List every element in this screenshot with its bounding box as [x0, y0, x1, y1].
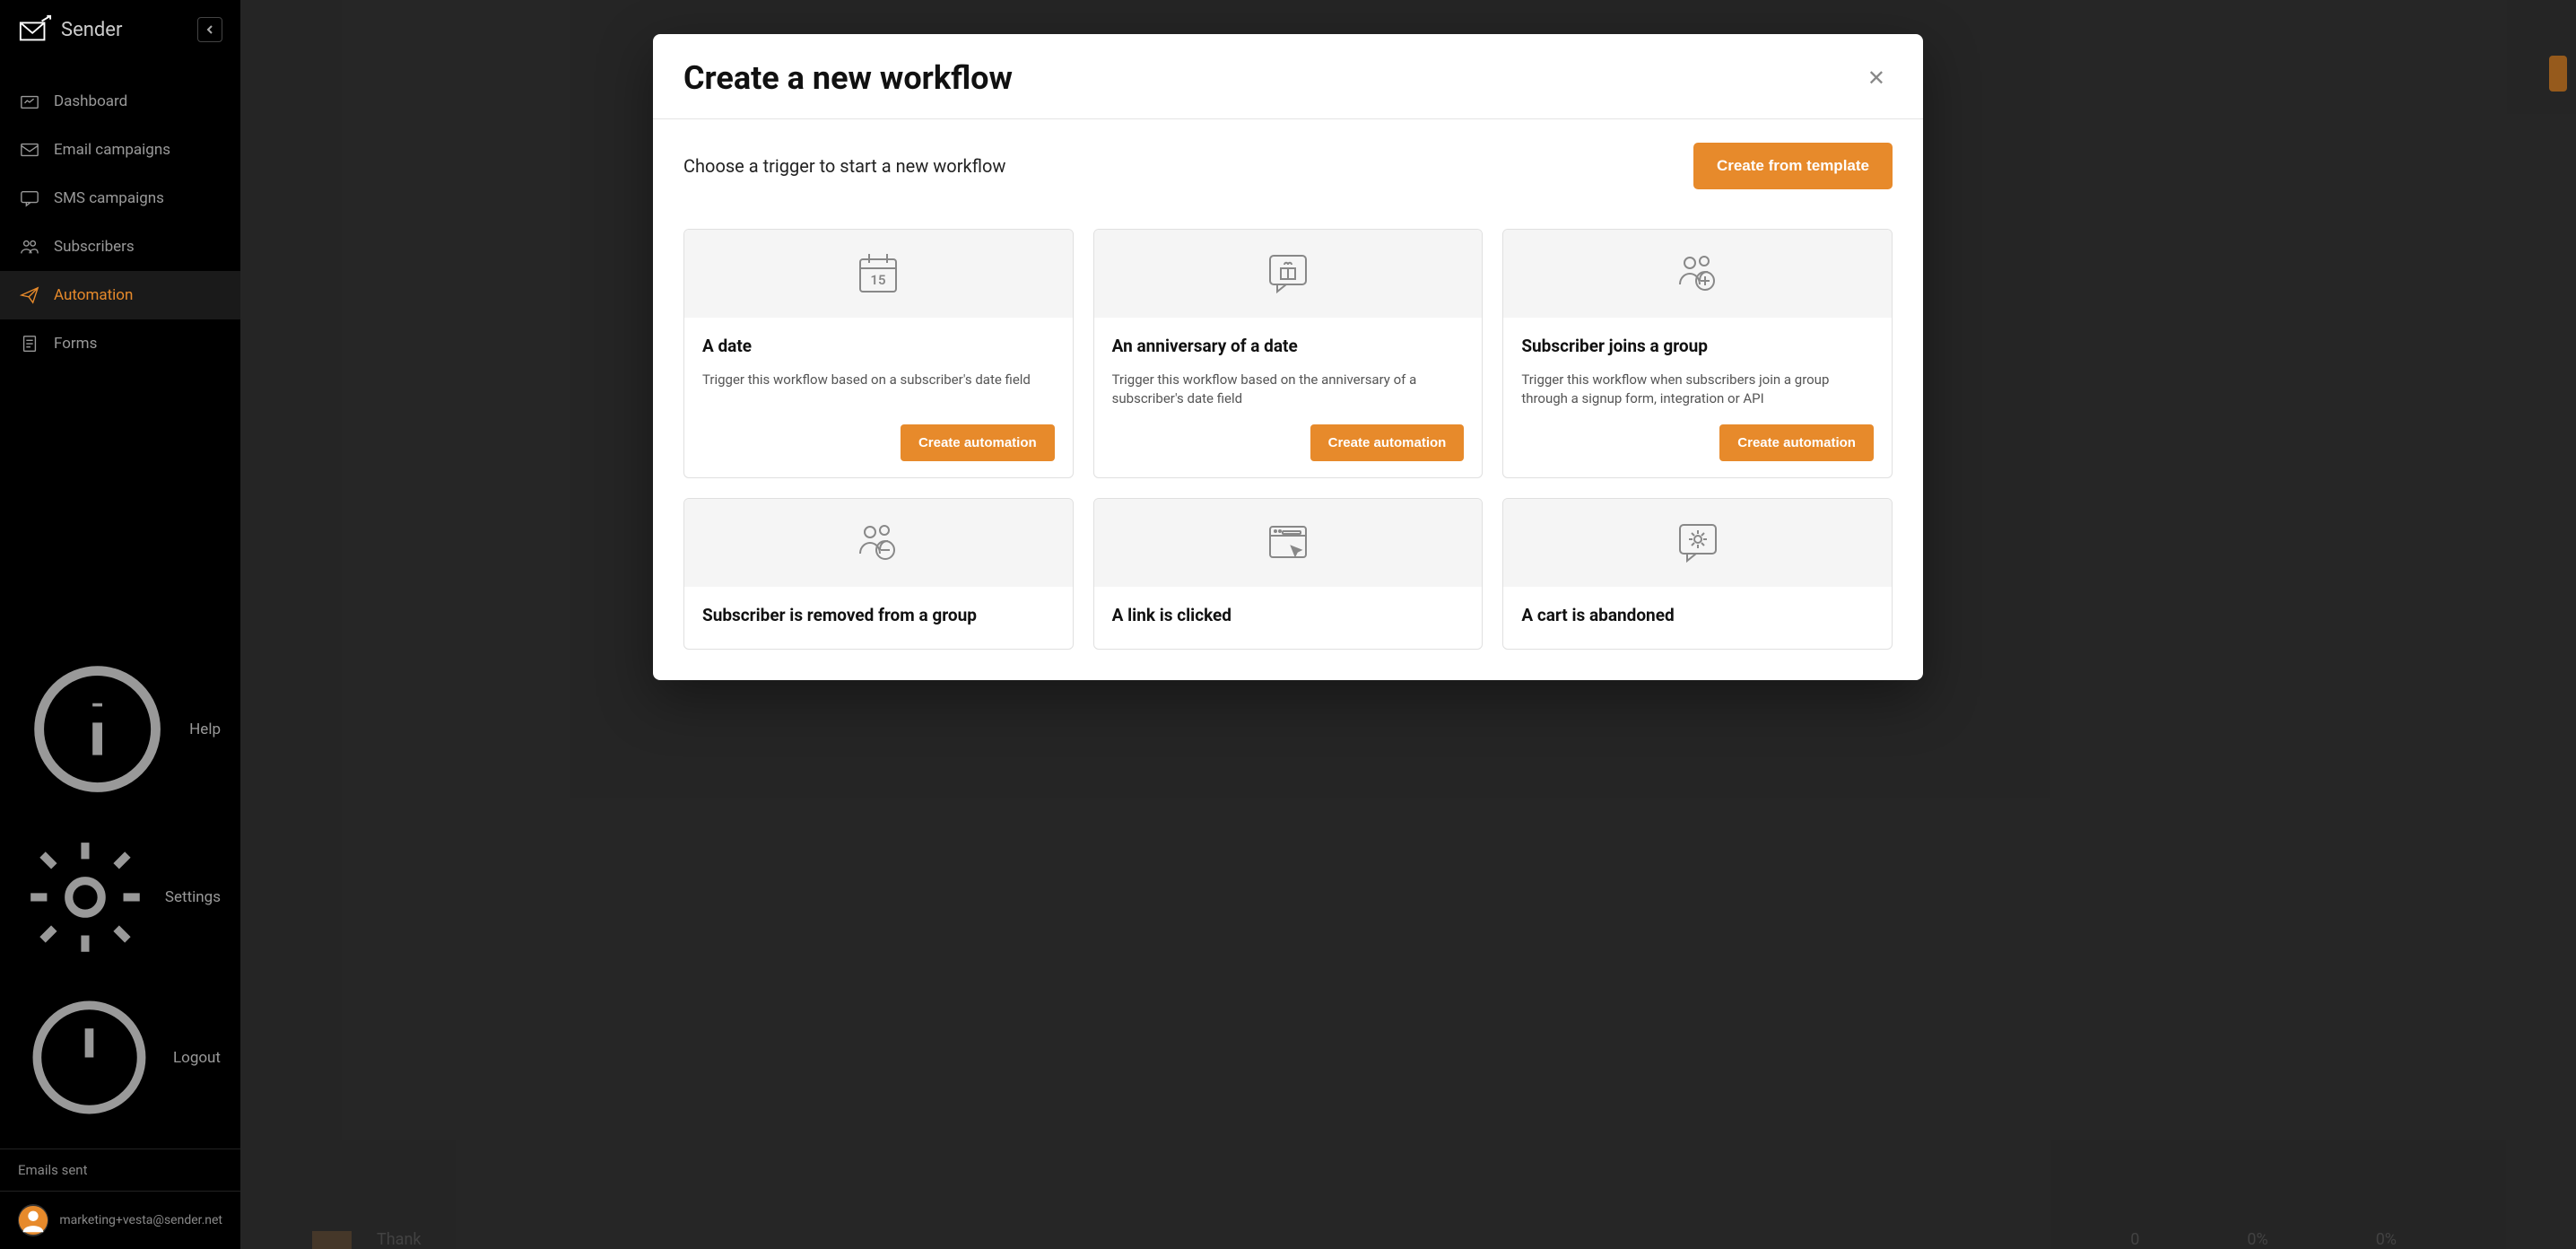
svg-text:15: 15: [871, 272, 886, 288]
users-plus-icon: [1673, 249, 1723, 299]
trigger-content: An anniversary of a date Trigger this wo…: [1094, 318, 1483, 477]
trigger-icon-area: [1503, 230, 1892, 318]
trigger-title: A cart is abandoned: [1521, 605, 1874, 625]
trigger-card-cart-abandoned[interactable]: A cart is abandoned: [1502, 498, 1893, 650]
create-from-template-button[interactable]: Create from template: [1693, 143, 1893, 189]
trigger-content: A date Trigger this workflow based on a …: [684, 318, 1073, 477]
trigger-desc: Trigger this workflow when subscribers j…: [1521, 371, 1874, 408]
trigger-title: Subscriber joins a group: [1521, 336, 1874, 356]
create-automation-button[interactable]: Create automation: [1310, 424, 1465, 461]
trigger-card-join-group[interactable]: Subscriber joins a group Trigger this wo…: [1502, 229, 1893, 478]
trigger-title: Subscriber is removed from a group: [702, 605, 1055, 625]
create-automation-button[interactable]: Create automation: [1719, 424, 1874, 461]
modal-overlay: Create a new workflow ✕ Choose a trigger…: [0, 0, 2576, 1249]
modal-close-button[interactable]: ✕: [1860, 62, 1893, 94]
users-minus-icon: [853, 518, 903, 568]
trigger-card-anniversary[interactable]: An anniversary of a date Trigger this wo…: [1093, 229, 1484, 478]
modal-subtitle: Choose a trigger to start a new workflow: [683, 155, 1005, 177]
trigger-icon-area: [684, 499, 1073, 587]
app-container: Sender Dashboard Email campaigns SMS cam…: [0, 0, 2576, 1249]
trigger-content: A link is clicked: [1094, 587, 1483, 649]
trigger-title: A link is clicked: [1112, 605, 1465, 625]
trigger-card-link-clicked[interactable]: A link is clicked: [1093, 498, 1484, 650]
modal-title: Create a new workflow: [683, 59, 1013, 97]
close-icon: ✕: [1867, 66, 1885, 91]
trigger-grid: 15 A date Trigger this workflow based on…: [683, 229, 1893, 650]
trigger-icon-area: 15: [684, 230, 1073, 318]
trigger-btn-row: Create automation: [1521, 424, 1874, 461]
trigger-content: Subscriber joins a group Trigger this wo…: [1503, 318, 1892, 477]
trigger-title: A date: [702, 336, 1055, 356]
calendar-icon: 15: [853, 249, 903, 299]
gear-chat-icon: [1673, 518, 1723, 568]
trigger-btn-row: Create automation: [1112, 424, 1465, 461]
trigger-desc: Trigger this workflow based on a subscri…: [702, 371, 1055, 408]
trigger-icon-area: [1503, 499, 1892, 587]
trigger-card-date[interactable]: 15 A date Trigger this workflow based on…: [683, 229, 1074, 478]
trigger-card-removed-group[interactable]: Subscriber is removed from a group: [683, 498, 1074, 650]
modal-body: Choose a trigger to start a new workflow…: [653, 119, 1923, 680]
trigger-title: An anniversary of a date: [1112, 336, 1465, 356]
trigger-content: Subscriber is removed from a group: [684, 587, 1073, 649]
gift-chat-icon: [1263, 249, 1313, 299]
trigger-btn-row: Create automation: [702, 424, 1055, 461]
modal-header: Create a new workflow ✕: [653, 34, 1923, 119]
trigger-icon-area: [1094, 499, 1483, 587]
create-workflow-modal: Create a new workflow ✕ Choose a trigger…: [653, 34, 1923, 680]
modal-subheader: Choose a trigger to start a new workflow…: [683, 119, 1893, 213]
create-automation-button[interactable]: Create automation: [901, 424, 1055, 461]
browser-click-icon: [1263, 518, 1313, 568]
trigger-desc: Trigger this workflow based on the anniv…: [1112, 371, 1465, 408]
trigger-icon-area: [1094, 230, 1483, 318]
trigger-content: A cart is abandoned: [1503, 587, 1892, 649]
